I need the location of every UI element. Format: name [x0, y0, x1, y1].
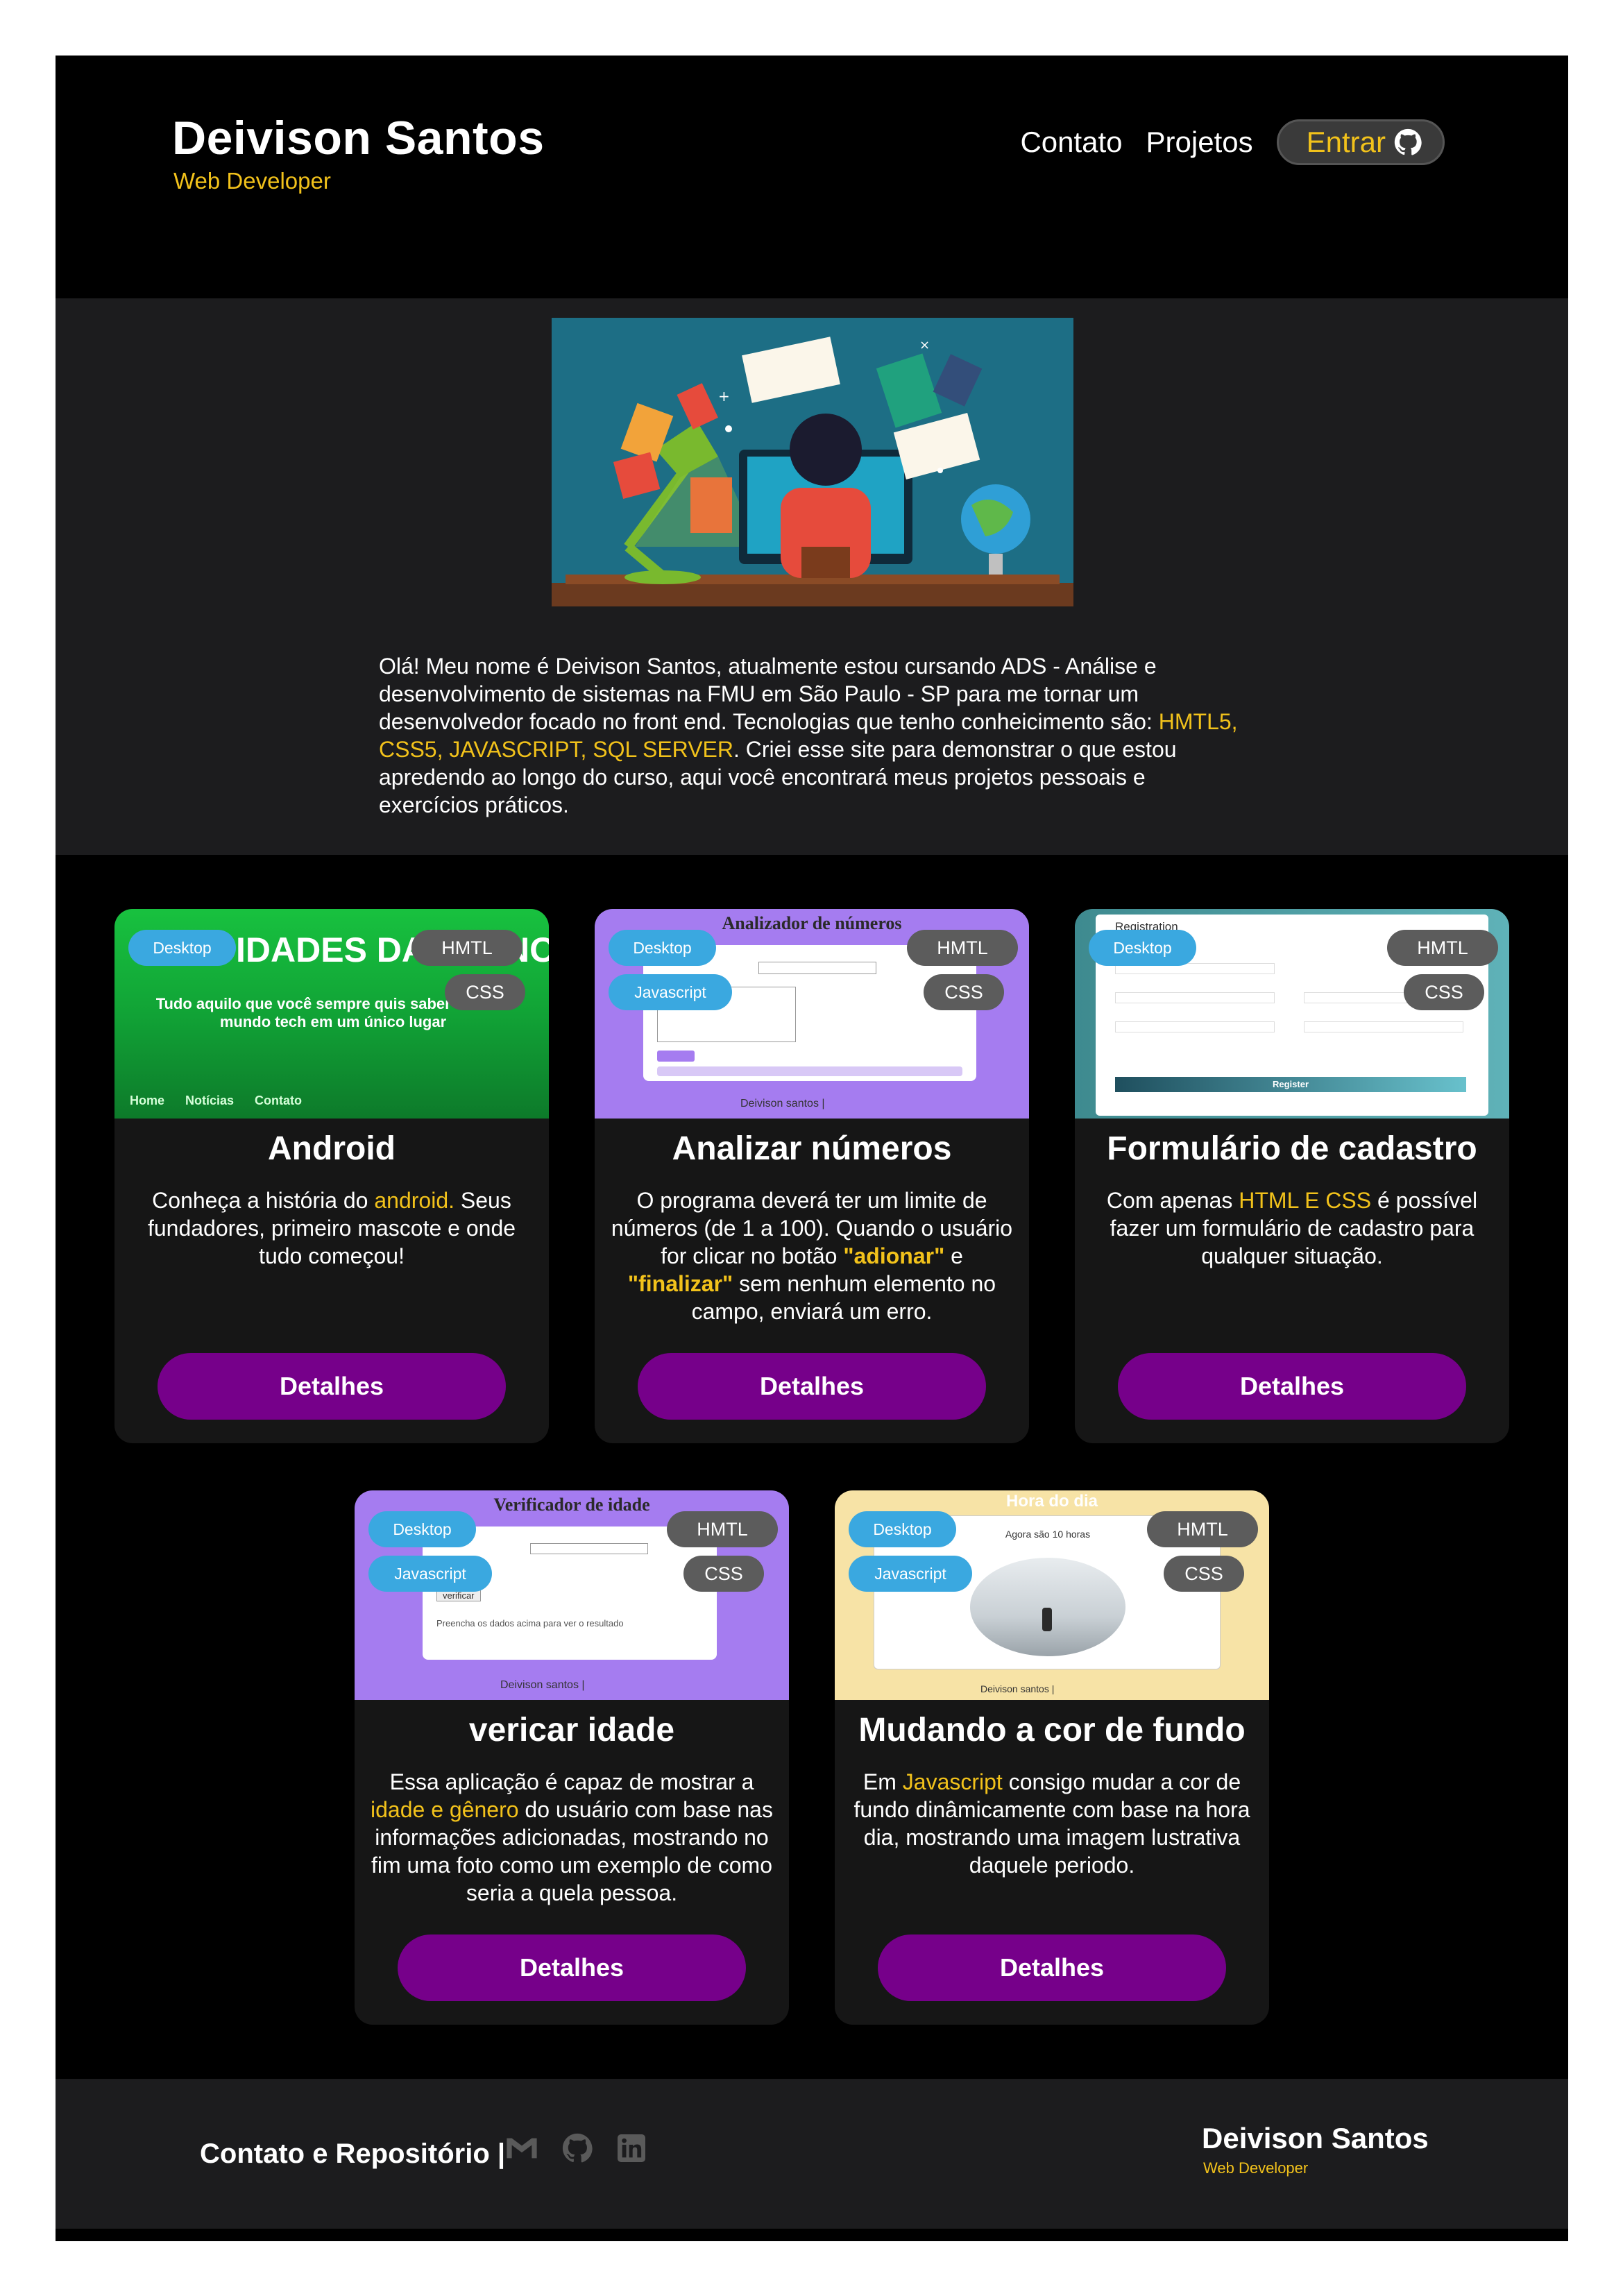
desc-text: Em	[863, 1769, 903, 1794]
project-thumbnail[interactable]: Hora do dia Agora são 10 horas Deivison …	[835, 1490, 1269, 1700]
tag-html[interactable]: HMTL	[667, 1511, 778, 1547]
tag-css[interactable]: CSS	[683, 1556, 764, 1592]
project-card-age-checker: Verificador de idade verificar Preencha …	[355, 1490, 789, 2025]
details-button[interactable]: Detalhes	[1118, 1353, 1466, 1420]
tag-desktop[interactable]: Desktop	[368, 1511, 476, 1547]
card-description: Essa aplicação é capaz de mostrar a idad…	[367, 1768, 776, 1907]
details-button[interactable]: Detalhes	[878, 1934, 1226, 2001]
card-description: Em Javascript consigo mudar a cor de fun…	[847, 1768, 1257, 1879]
enter-button[interactable]: Entrar	[1276, 119, 1445, 165]
project-card-background-color: Hora do dia Agora são 10 horas Deivison …	[835, 1490, 1269, 2025]
desc-highlight: android.	[374, 1188, 454, 1213]
page: Deivison Santos Web Developer Contato Pr…	[56, 56, 1568, 2241]
tag-css[interactable]: CSS	[1404, 974, 1484, 1010]
desc-highlight: Javascript	[902, 1769, 1003, 1794]
tag-css[interactable]: CSS	[445, 974, 525, 1010]
nav: Contato Projetos Entrar	[1020, 119, 1445, 165]
desc-highlight: "adionar"	[843, 1243, 945, 1268]
card-title: Android	[268, 1130, 396, 1167]
thumb-photo	[970, 1558, 1125, 1656]
header: Deivison Santos Web Developer Contato Pr…	[56, 56, 1568, 298]
thumb-note: Preencha os dados acima para ver o resul…	[436, 1618, 624, 1629]
tag-html[interactable]: HMTL	[1387, 930, 1498, 966]
intro-text: Olá! Meu nome é Deivison Santos, atualme…	[379, 652, 1246, 819]
footer: Contato e Repositório | Deivison Santos …	[56, 2079, 1568, 2229]
github-icon	[1394, 128, 1422, 155]
thumb-footer: Deivison santos |	[740, 1098, 825, 1109]
thumb-heading: Hora do dia	[1005, 1492, 1098, 1511]
footer-social-links	[507, 2133, 670, 2163]
desc-text: sem nenhum elemento no campo, enviará um…	[691, 1271, 996, 1324]
footer-brand-subtitle: Web Developer	[1203, 2159, 1309, 2177]
intro-section: + × Olá! Meu nome é Deivison Santos, atu…	[56, 298, 1568, 855]
project-thumbnail[interactable]: Registration Register Desktop HMTL CSS	[1075, 909, 1509, 1119]
nav-contact-link[interactable]: Contato	[1020, 126, 1122, 159]
tag-desktop[interactable]: Desktop	[128, 930, 236, 966]
card-title: Analizar números	[672, 1130, 952, 1167]
intro-text-part-1: Olá! Meu nome é Deivison Santos, atualme…	[379, 654, 1159, 734]
details-button[interactable]: Detalhes	[398, 1934, 746, 2001]
tag-javascript[interactable]: Javascript	[609, 974, 732, 1010]
thumb-nav-item: Contato	[255, 1094, 303, 1107]
tag-javascript[interactable]: Javascript	[368, 1556, 492, 1592]
tag-html[interactable]: HMTL	[1147, 1511, 1258, 1547]
thumb-nav-item: Home	[130, 1094, 165, 1107]
details-button[interactable]: Detalhes	[158, 1353, 506, 1420]
brand-subtitle: Web Developer	[173, 168, 331, 194]
details-button[interactable]: Detalhes	[638, 1353, 986, 1420]
card-description: Conheça a história do android. Seus fund…	[127, 1187, 536, 1270]
tag-css[interactable]: CSS	[924, 974, 1004, 1010]
project-card-registration-form: Registration Register Desktop HMTL CSS F…	[1075, 909, 1509, 1443]
thumb-nav: Home Notícias Contato	[130, 1094, 302, 1108]
tag-css[interactable]: CSS	[1164, 1556, 1244, 1592]
card-description: O programa deverá ter um limite de númer…	[607, 1187, 1017, 1325]
card-description: Com apenas HTML E CSS é possível fazer u…	[1087, 1187, 1497, 1270]
tag-javascript[interactable]: Javascript	[849, 1556, 972, 1592]
desc-text: Essa aplicação é capaz de mostrar a	[389, 1769, 754, 1794]
thumb-footer: Deivison santos |	[980, 1683, 1055, 1694]
desc-text: e	[944, 1243, 963, 1268]
thumb-footer: Deivison santos |	[500, 1679, 585, 1691]
desc-text: Com apenas	[1106, 1188, 1239, 1213]
project-thumbnail[interactable]: Analizador de números Deivison santos | …	[595, 909, 1029, 1119]
card-title: Formulário de cadastro	[1107, 1130, 1477, 1167]
project-thumbnail[interactable]: IDADES DA TECNOLOGIA Tudo aquilo que voc…	[114, 909, 549, 1119]
tag-html[interactable]: HMTL	[411, 930, 522, 966]
svg-text:×: ×	[919, 338, 930, 352]
card-title: vericar idade	[468, 1712, 675, 1749]
enter-button-label: Entrar	[1306, 126, 1386, 158]
tag-html[interactable]: HMTL	[907, 930, 1018, 966]
brand-name[interactable]: Deivison Santos	[172, 111, 545, 165]
thumb-nav-item: Notícias	[185, 1094, 235, 1107]
project-card-analyze-numbers: Analizador de números Deivison santos | …	[595, 909, 1029, 1443]
linkedin-icon[interactable]	[618, 2134, 645, 2162]
desc-highlight: idade e gênero	[371, 1797, 519, 1822]
github-icon[interactable]	[562, 2133, 593, 2163]
tag-desktop[interactable]: Desktop	[609, 930, 716, 966]
project-thumbnail[interactable]: Verificador de idade verificar Preencha …	[355, 1490, 789, 1700]
tag-desktop[interactable]: Desktop	[849, 1511, 956, 1547]
gmail-icon[interactable]	[507, 2136, 537, 2161]
nav-projects-link[interactable]: Projetos	[1146, 126, 1253, 159]
desc-highlight: "finalizar"	[627, 1271, 733, 1296]
card-title: Mudando a cor de fundo	[858, 1712, 1246, 1749]
svg-text:+: +	[718, 388, 730, 405]
desc-highlight: HTML E CSS	[1239, 1188, 1372, 1213]
project-card-android: IDADES DA TECNOLOGIA Tudo aquilo que voc…	[114, 909, 549, 1443]
hero-illustration: + ×	[552, 318, 1073, 606]
footer-contact-label: Contato e Repositório |	[200, 2138, 506, 2169]
desc-text: Conheça a história do	[152, 1188, 375, 1213]
thumb-register-button: Register	[1115, 1077, 1466, 1092]
thumb-panel: verificar Preencha os dados acima para v…	[423, 1527, 717, 1660]
tag-desktop[interactable]: Desktop	[1089, 930, 1196, 966]
footer-brand-name: Deivison Santos	[1202, 2122, 1429, 2154]
